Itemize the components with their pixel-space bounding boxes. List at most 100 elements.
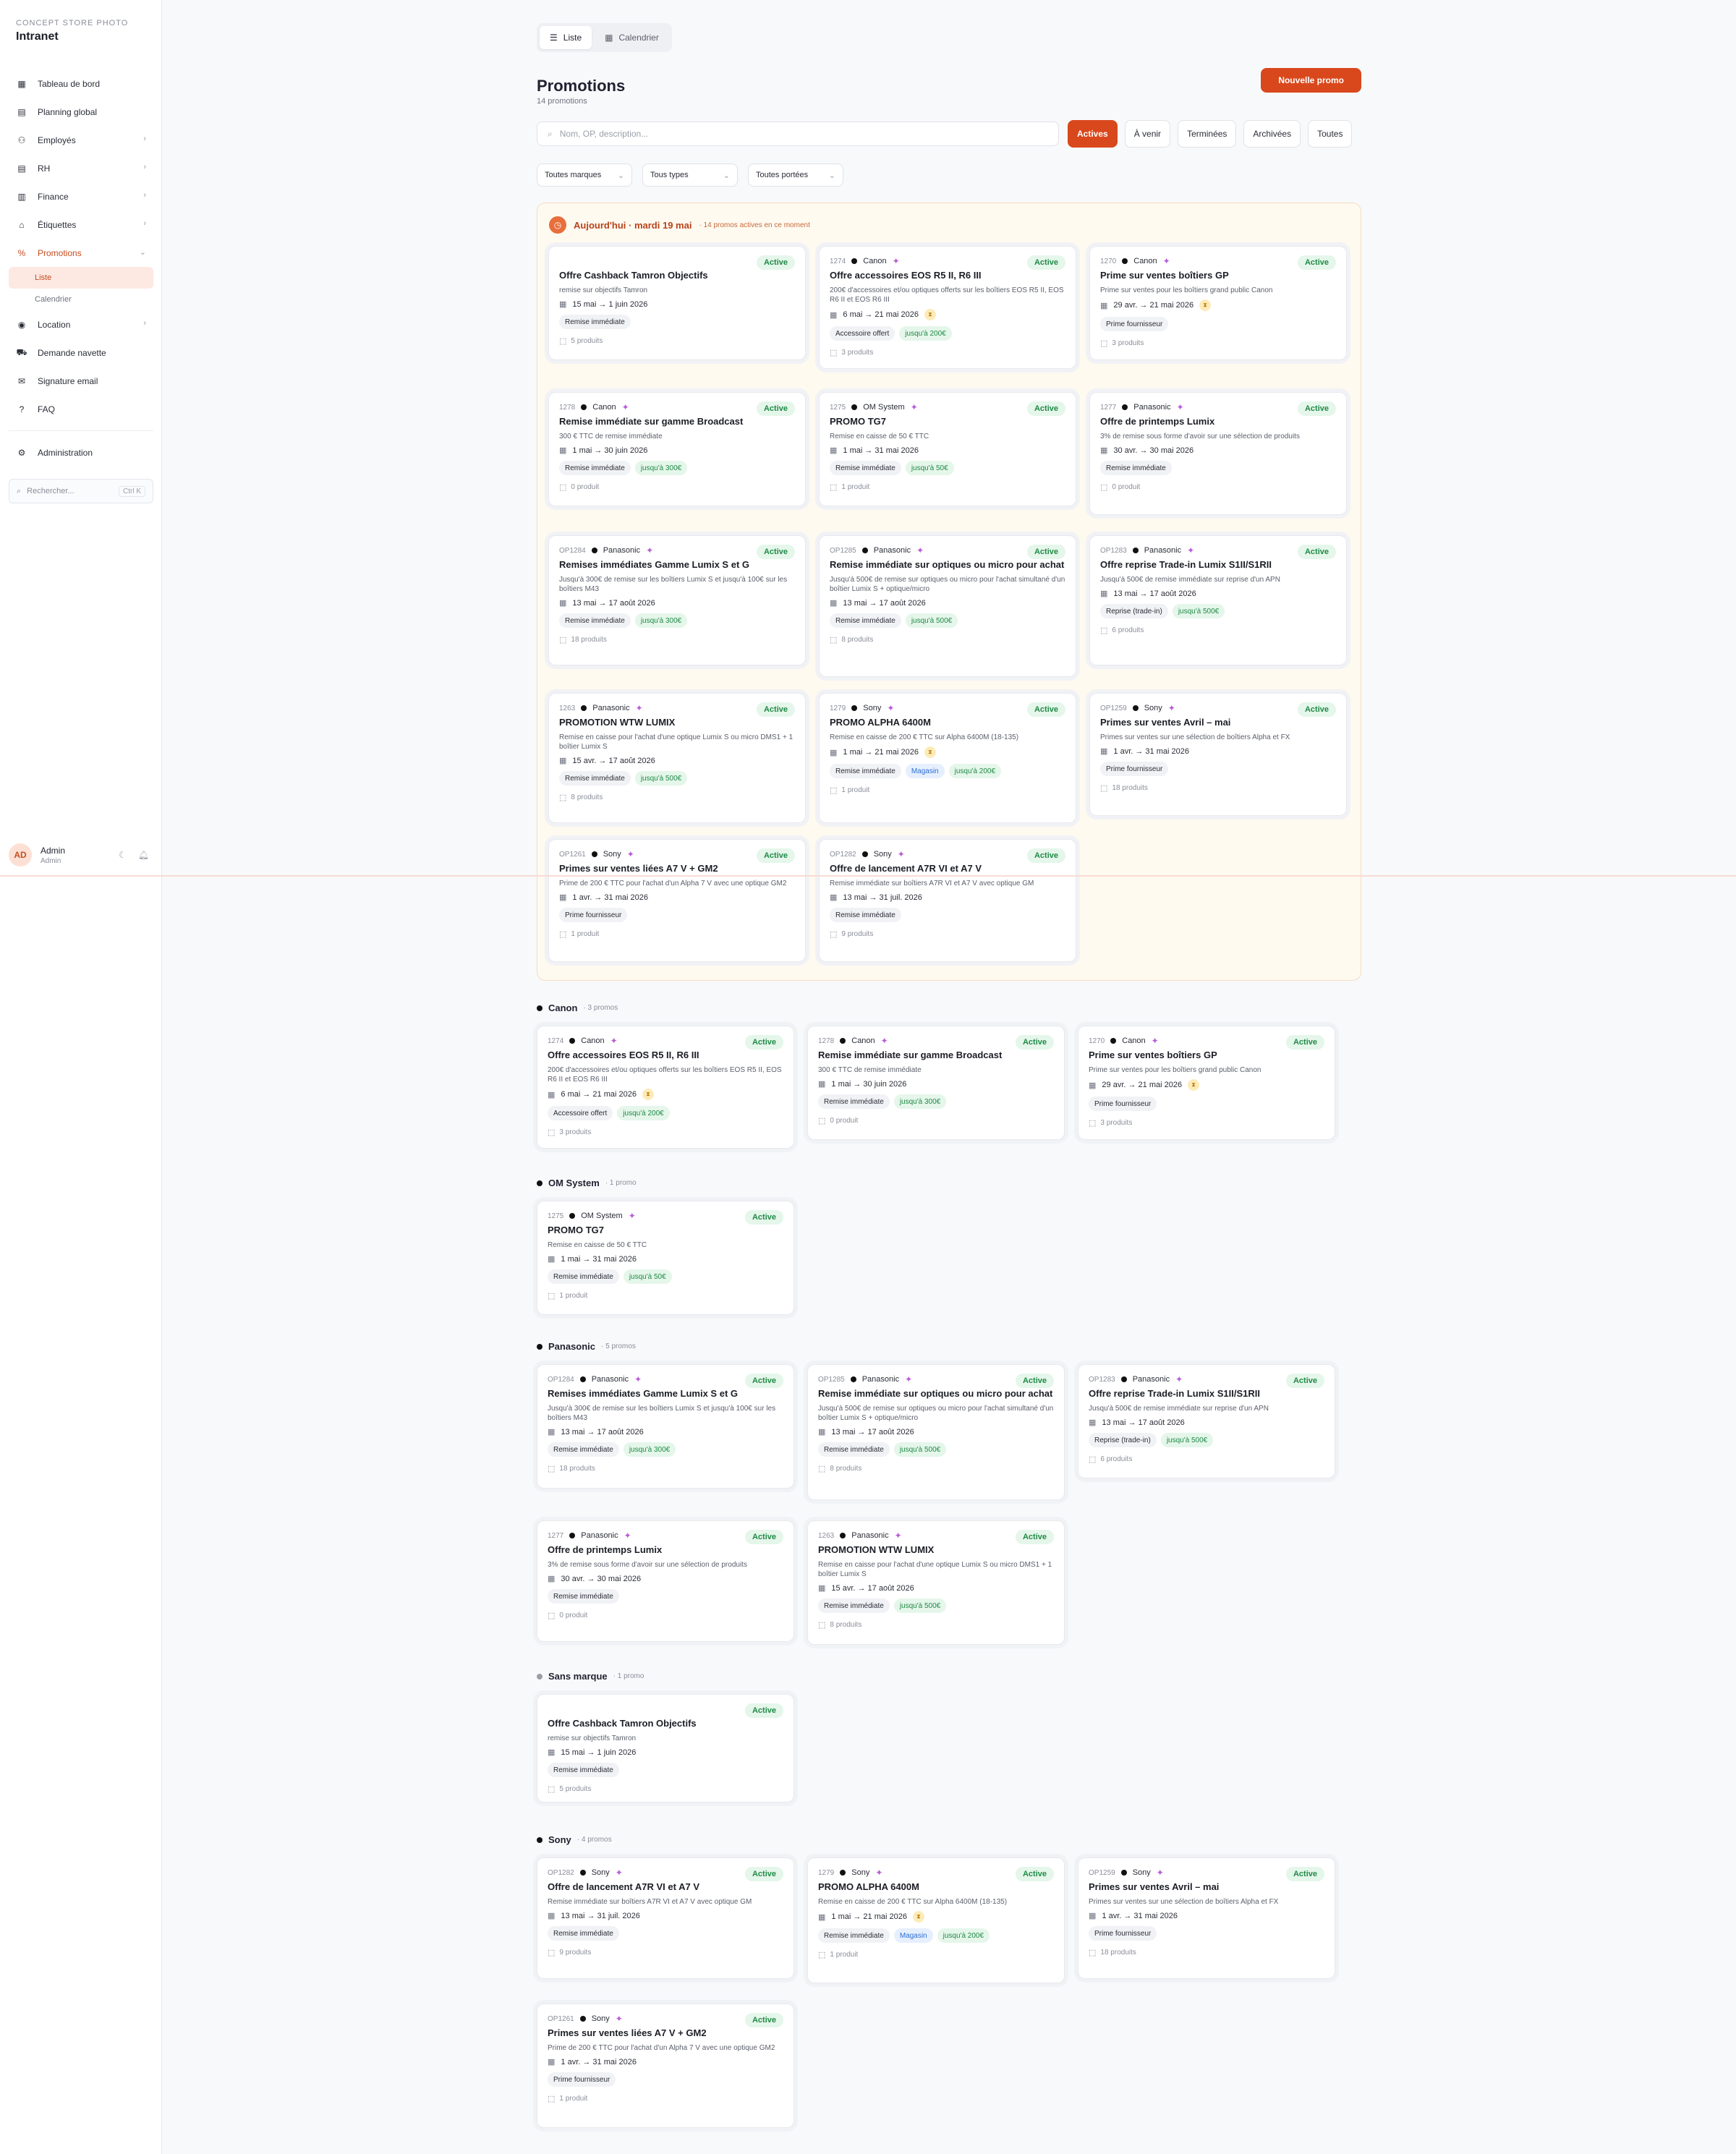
op-number: 1270: [1100, 257, 1117, 265]
new-promo-button[interactable]: Nouvelle promo: [1261, 68, 1361, 93]
product-count-label: 18 produits: [1100, 1949, 1136, 1957]
promo-card[interactable]: Active Offre Cashback Tamron Objectifs rem…: [537, 1694, 794, 1802]
promo-dates: ▦ 13 mai → 17 août 2026: [830, 598, 1065, 608]
promo-card[interactable]: OP1285 Panasonic ✦ Active Remise immédiate s…: [819, 535, 1076, 677]
promo-card[interactable]: OP1284 Panasonic ✦ Active Remises immédiates…: [548, 535, 806, 665]
promo-card[interactable]: 1274 Canon ✦ Active Offre accessoires EOS R5…: [819, 246, 1076, 369]
status-tab-2[interactable]: Terminées: [1178, 120, 1237, 148]
promo-card[interactable]: 1270 Canon ✦ Active Prime sur ventes boîtier…: [1078, 1026, 1335, 1140]
brand-name: Canon: [592, 403, 616, 412]
promo-tags: Remise immédiate jusqu'à 300€: [818, 1094, 1054, 1109]
type-tag: Remise immédiate: [1100, 461, 1172, 475]
brand-title: Intranet: [16, 30, 59, 43]
promo-dates: ▦ 1 mai → 30 juin 2026: [818, 1079, 1054, 1089]
box-icon: ⬚: [548, 2095, 556, 2103]
search-input[interactable]: ⌕ Nom, OP, description...: [537, 122, 1059, 146]
sidebar-item--tiquettes[interactable]: ⌂ Étiquettes ›: [9, 210, 153, 239]
promo-card[interactable]: OP1282 Sony ✦ Active Offre de lancement A7R …: [537, 1857, 794, 1979]
promo-card[interactable]: OP1259 Sony ✦ Active Primes sur ventes Avril…: [1089, 693, 1347, 816]
sidebar-item-administration[interactable]: ⚙ Administration: [9, 438, 153, 467]
product-count-label: 1 produit: [841, 786, 870, 794]
chevron-right-icon: ›: [143, 191, 146, 200]
promo-card[interactable]: 1274 Canon ✦ Active Offre accessoires EOS R5…: [537, 1026, 794, 1149]
status-tab-1[interactable]: À venir: [1124, 120, 1171, 148]
promo-dates: ▦ 30 avr. → 30 mai 2026: [1100, 446, 1336, 456]
sidebar-subitem-liste[interactable]: Liste: [9, 267, 153, 289]
type-tag: Prime fournisseur: [548, 2072, 616, 2087]
promo-tags: Prime fournisseur: [559, 908, 795, 922]
promo-card[interactable]: 1277 Panasonic ✦ Active Offre de printemps L…: [1089, 392, 1347, 515]
promo-card[interactable]: Active Offre Cashback Tamron Objectifs rem…: [548, 246, 806, 360]
bell-icon[interactable]: 🔔︎: [138, 850, 149, 860]
sidebar-item-promotions[interactable]: % Promotions ⌄: [9, 239, 153, 267]
promo-card[interactable]: OP1259 Sony ✦ Active Primes sur ventes Avril…: [1078, 1857, 1335, 1979]
promo-description: 3% de remise sous forme d'avoir sur une …: [1100, 433, 1300, 440]
promo-card[interactable]: 1278 Canon ✦ Active Remise immédiate sur gam…: [548, 392, 806, 506]
filter-select-1[interactable]: Tous types ⌄: [642, 163, 738, 187]
product-count: ⬚ 18 produits: [1089, 1948, 1324, 1957]
sidebar-item-planning-global[interactable]: ▤ Planning global: [9, 98, 153, 126]
sidebar-item-finance[interactable]: ▥ Finance ›: [9, 182, 153, 210]
user-block[interactable]: AD Admin Admin ☾ 🔔︎: [9, 839, 153, 871]
magic-wand-icon: ✦: [905, 1374, 913, 1384]
status-badge: Active: [1015, 1374, 1054, 1388]
sidebar-item-employ-s[interactable]: ⚇ Employés ›: [9, 126, 153, 154]
date-range: 30 avr. → 30 mai 2026: [561, 1574, 642, 1583]
sidebar-item-signature-email[interactable]: ✉ Signature email: [9, 367, 153, 395]
product-count-label: 8 produits: [830, 1465, 862, 1473]
promo-card[interactable]: OP1284 Panasonic ✦ Active Remises immédiates…: [537, 1364, 794, 1489]
sidebar-item-demande-navette[interactable]: ⛟ Demande navette: [9, 339, 153, 367]
promo-card[interactable]: 1275 OM System ✦ Active PROMO TG7 Remise en c…: [537, 1201, 794, 1315]
amount-tag: jusqu'à 200€: [617, 1106, 670, 1120]
tab-liste[interactable]: ☰ Liste: [540, 26, 592, 49]
promo-card[interactable]: 1279 Sony ✦ Active PROMO ALPHA 6400M Remise e…: [819, 693, 1076, 823]
magic-wand-icon: ✦: [646, 545, 654, 555]
sidebar-subitem-calendrier[interactable]: Calendrier: [9, 289, 153, 310]
sidebar-search[interactable]: ⌕ Rechercher... Ctrl K: [9, 479, 153, 503]
brand-name: Panasonic: [873, 546, 911, 555]
status-tab-3[interactable]: Archivées: [1243, 120, 1301, 148]
status-tab-4[interactable]: Toutes: [1308, 120, 1353, 148]
promo-card[interactable]: OP1261 Sony ✦ Active Primes sur ventes liées…: [548, 839, 806, 962]
type-tag: Remise immédiate: [559, 315, 631, 329]
theme-icon[interactable]: ☾: [119, 850, 127, 860]
promo-card[interactable]: OP1285 Panasonic ✦ Active Remise immédiate s…: [807, 1364, 1065, 1500]
promo-tags: Remise immédiate jusqu'à 300€: [559, 461, 795, 475]
sidebar-item-location[interactable]: ◉ Location ›: [9, 310, 153, 339]
promo-card[interactable]: OP1283 Panasonic ✦ Active Offre reprise Trad…: [1078, 1364, 1335, 1478]
date-range: 13 mai → 17 août 2026: [831, 1427, 914, 1436]
promo-card[interactable]: 1279 Sony ✦ Active PROMO ALPHA 6400M Remise e…: [807, 1857, 1065, 1983]
filter-select-2[interactable]: Toutes portées ⌄: [748, 163, 843, 187]
brand-name: Panasonic: [591, 1375, 629, 1384]
calendar-icon: ▦: [559, 446, 567, 455]
product-count-label: 9 produits: [559, 1949, 592, 1957]
date-range: 13 mai → 31 juil. 2026: [561, 1911, 640, 1920]
sidebar-item-faq[interactable]: ? FAQ: [9, 395, 153, 423]
brand-dot: [569, 1213, 576, 1219]
calendar-icon: ▤: [17, 106, 26, 117]
tab-calendrier[interactable]: ▦ Calendrier: [595, 26, 669, 49]
hourglass-icon: ⧗: [912, 1911, 924, 1923]
promo-card[interactable]: 1278 Canon ✦ Active Remise immédiate sur gam…: [807, 1026, 1065, 1140]
status-badge: Active: [1015, 1867, 1054, 1881]
promo-tags: Remise immédiate jusqu'à 500€: [818, 1442, 1054, 1457]
product-count-label: 6 produits: [1100, 1455, 1133, 1463]
sidebar-item-rh[interactable]: ▤ RH ›: [9, 154, 153, 182]
promo-card[interactable]: OP1283 Panasonic ✦ Active Offre reprise Trad…: [1089, 535, 1347, 665]
date-range: 1 mai → 31 mai 2026: [843, 446, 919, 455]
promo-card[interactable]: 1270 Canon ✦ Active Prime sur ventes boîtier…: [1089, 246, 1347, 360]
promo-card[interactable]: 1263 Panasonic ✦ Active PROMOTION WTW LUMIX R…: [548, 693, 806, 823]
promo-card[interactable]: 1277 Panasonic ✦ Active Offre de printemps L…: [537, 1520, 794, 1642]
sidebar-item-tableau-de-bord[interactable]: ▦ Tableau de bord: [9, 69, 153, 98]
filter-select-0[interactable]: Toutes marques ⌄: [537, 163, 632, 187]
promo-description: Remise immédiate sur boîtiers A7R VI et …: [548, 1898, 752, 1906]
promo-description: Prime sur ventes pour les boîtiers grand…: [1100, 286, 1273, 294]
promo-card[interactable]: OP1261 Sony ✦ Active Primes sur ventes liées…: [537, 2004, 794, 2128]
brand-dot: [1132, 705, 1139, 711]
promo-description: 200€ d'accessoires et/ou optiques offert…: [830, 286, 1064, 304]
promo-card[interactable]: OP1282 Sony ✦ Active Offre de lancement A7R …: [819, 839, 1076, 962]
group-name: Sony: [548, 1834, 571, 1845]
status-tab-0[interactable]: Actives: [1068, 120, 1118, 148]
promo-card[interactable]: 1275 OM System ✦ Active PROMO TG7 Remise en c…: [819, 392, 1076, 506]
promo-card[interactable]: 1263 Panasonic ✦ Active PROMOTION WTW LUMIX R…: [807, 1520, 1065, 1645]
